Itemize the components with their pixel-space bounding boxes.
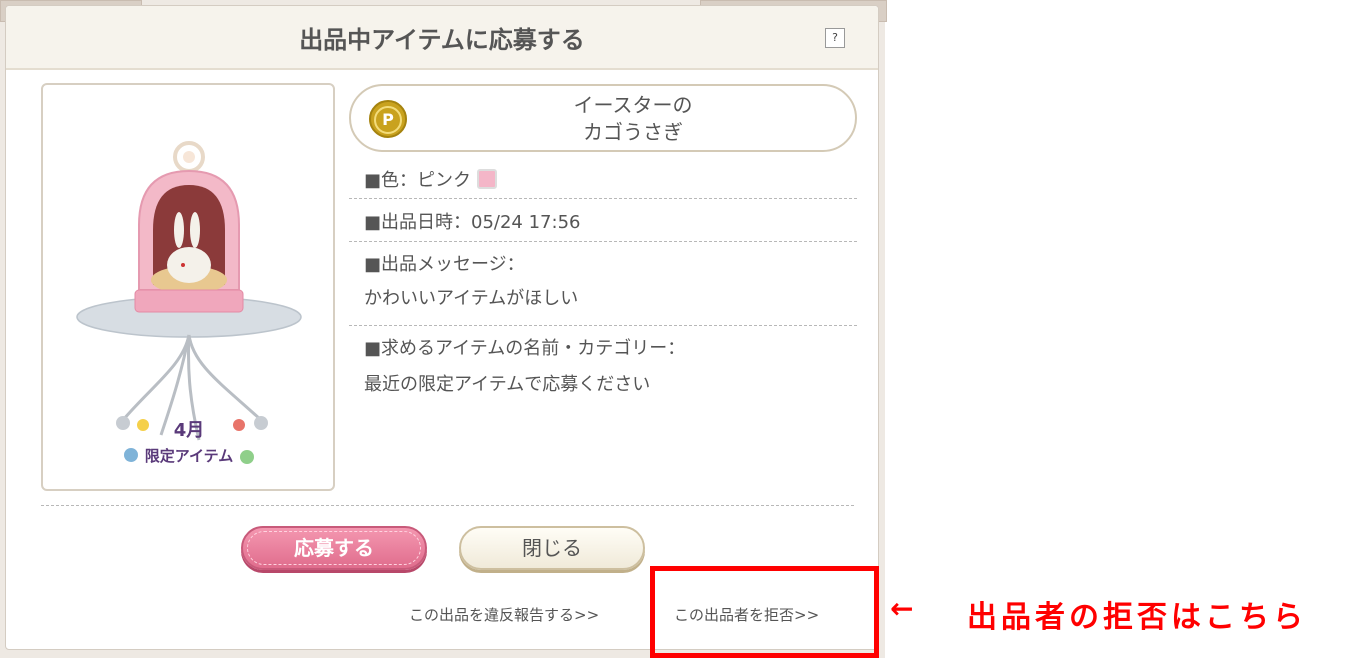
item-color-label: ■色：ピンク bbox=[364, 170, 472, 191]
flower-icon bbox=[137, 419, 149, 431]
report-listing-link[interactable]: この出品を違反報告する>> bbox=[409, 604, 599, 625]
left-arrow-icon: ← bbox=[890, 592, 914, 625]
bunny-cage-image: 4月 限定アイテム bbox=[76, 141, 302, 465]
color-swatch bbox=[477, 169, 498, 189]
item-name: イースターの カゴうさぎ bbox=[411, 92, 855, 146]
item-image-frame: 4月 限定アイテム bbox=[41, 83, 335, 491]
dialog-title: 出品中アイテムに応募する bbox=[299, 26, 585, 54]
image-caption-month: 4月 bbox=[174, 420, 205, 441]
easter-egg-icon bbox=[240, 450, 254, 464]
image-caption-limited: 限定アイテム bbox=[145, 447, 234, 465]
highlight-box bbox=[650, 566, 879, 658]
message-label: ■出品メッセージ： bbox=[364, 254, 525, 275]
item-name-pill: P イースターの カゴうさぎ bbox=[349, 84, 857, 152]
item-name-line1: イースターの bbox=[573, 93, 693, 117]
apply-button[interactable]: 応募する bbox=[241, 526, 427, 570]
item-name-line2: カゴうさぎ bbox=[583, 120, 683, 144]
divider bbox=[349, 325, 857, 326]
message-text: かわいいアイテムがほしい bbox=[364, 288, 579, 309]
apply-button-label: 応募する bbox=[294, 536, 374, 560]
point-coin-icon: P bbox=[369, 100, 407, 138]
dialog-header: 出品中アイテムに応募する ? bbox=[6, 6, 878, 70]
apply-dialog: 出品中アイテムに応募する ? 4月 限定アイテム P イースターの カゴうさぎ … bbox=[5, 5, 879, 650]
flower-icon bbox=[233, 419, 245, 431]
divider bbox=[349, 241, 857, 242]
easter-egg-icon bbox=[124, 448, 138, 462]
help-button[interactable]: ? bbox=[825, 28, 845, 48]
item-color: ■色：ピンク bbox=[364, 166, 498, 192]
annotation-text: 出品者の拒否はこちら bbox=[967, 600, 1307, 635]
divider-wide bbox=[41, 505, 854, 506]
wanted-label: ■求めるアイテムの名前・カテゴリー： bbox=[364, 338, 686, 359]
close-button[interactable]: 閉じる bbox=[459, 526, 645, 570]
divider bbox=[349, 198, 857, 199]
wanted-text: 最近の限定アイテムで応募ください bbox=[364, 374, 651, 395]
listed-date: ■出品日時：05/24 17:56 bbox=[364, 212, 581, 233]
